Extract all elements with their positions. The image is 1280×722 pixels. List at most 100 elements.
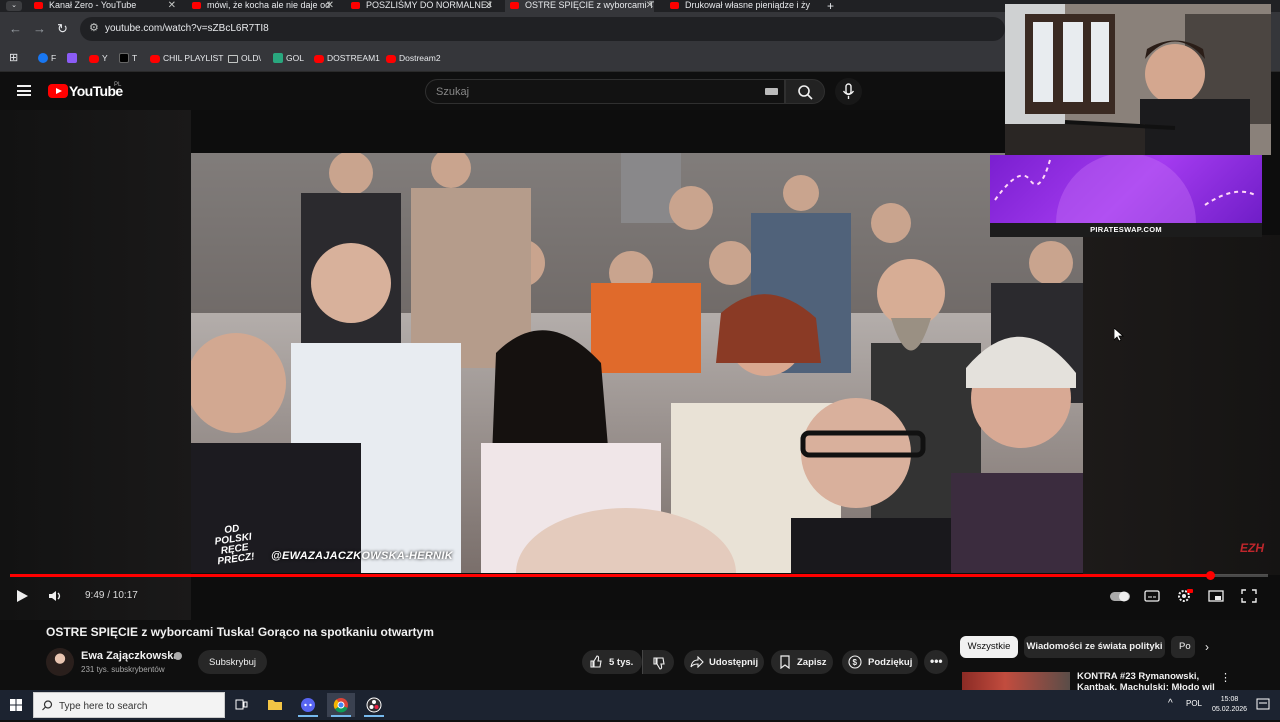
bookmark-x[interactable]: T xyxy=(119,53,137,63)
twitch-icon xyxy=(67,53,77,63)
more-vertical-icon[interactable]: ⋮ xyxy=(1220,671,1231,684)
subscribe-button[interactable]: Subskrybuj xyxy=(198,650,267,674)
taskbar-file-explorer[interactable] xyxy=(261,693,289,717)
bookmark-dostream1[interactable]: DOSTREAM1 xyxy=(314,53,380,63)
forward-arrow-icon[interactable]: → xyxy=(33,21,46,36)
youtube-header: YouTube PL xyxy=(0,72,1005,110)
taskbar-search-box[interactable]: Type here to search xyxy=(33,692,225,718)
close-tab-icon[interactable]: ✕ xyxy=(646,0,654,11)
browser-tab-active[interactable]: OSTRE SPIĘCIE z wyborcami Tu ✕ xyxy=(505,0,654,12)
search-button[interactable] xyxy=(785,79,825,104)
mute-button[interactable] xyxy=(47,588,65,604)
subtitles-icon xyxy=(1144,590,1160,602)
bookmark-facebook[interactable]: F xyxy=(38,53,56,63)
youtube-favicon-icon xyxy=(351,2,360,9)
youtube-favicon-icon xyxy=(192,2,201,9)
menu-icon[interactable] xyxy=(17,85,31,96)
youtube-icon xyxy=(386,55,396,63)
taskbar-discord[interactable] xyxy=(294,693,322,717)
youtube-favicon-icon xyxy=(510,2,519,9)
browser-tab[interactable]: Kanał Zero - YouTube ✕ xyxy=(34,0,176,12)
recommendation-thumbnail[interactable] xyxy=(962,672,1070,690)
keyboard-icon[interactable] xyxy=(765,88,778,95)
chip-all[interactable]: Wszystkie xyxy=(960,636,1018,658)
tab-search-button[interactable]: ⌄ xyxy=(6,1,22,11)
voice-search-button[interactable] xyxy=(835,78,862,105)
share-icon xyxy=(690,656,704,668)
tray-chevron-up-icon[interactable]: ^ xyxy=(1168,698,1173,709)
chevron-right-icon[interactable]: › xyxy=(1205,640,1209,654)
close-tab-icon[interactable]: ✕ xyxy=(485,0,493,11)
youtube-logo[interactable]: YouTube xyxy=(48,83,123,101)
miniplayer-button[interactable] xyxy=(1207,588,1225,604)
reload-icon[interactable]: ↻ xyxy=(57,21,68,37)
channel-name[interactable]: Ewa Zajączkowska xyxy=(81,650,179,662)
thanks-button[interactable]: $ Podziękuj xyxy=(842,650,918,674)
play-button[interactable] xyxy=(14,588,32,604)
channel-watermark[interactable]: EZH xyxy=(1240,541,1264,555)
browser-tab[interactable]: POSZLIŚMY DO NORMALNEJ P ✕ xyxy=(351,0,493,12)
country-code: PL xyxy=(114,82,122,88)
bookmark-youtube[interactable]: Y xyxy=(89,53,108,63)
bookmark-dostream2[interactable]: Dostream2 xyxy=(386,53,441,63)
sponsor-text: PIRATESWAP.COM xyxy=(1090,225,1162,234)
tab-title: OSTRE SPIĘCIE z wyborcami Tu xyxy=(525,0,654,10)
obs-icon xyxy=(366,697,382,713)
back-arrow-icon[interactable]: ← xyxy=(9,21,22,36)
taskbar-obs[interactable] xyxy=(360,693,388,717)
browser-tab[interactable]: Drukował własne pieniądze i ży xyxy=(670,0,812,12)
tab-title: mówi, że kocha ale nie daje od xyxy=(207,0,331,10)
dislike-button[interactable] xyxy=(642,650,674,674)
bookmark-gol[interactable]: GOL xyxy=(273,53,304,63)
progress-bar[interactable] xyxy=(10,571,1268,580)
subscriber-count: 231 tys. subskrybentów xyxy=(81,665,165,674)
url-text: youtube.com/watch?v=sZBcL6R7TI8 xyxy=(105,23,269,34)
chip-more[interactable]: Po xyxy=(1171,636,1195,658)
sponsor-banner: PIRATESWAP.COM xyxy=(990,155,1262,237)
bookmark-chil-playlist[interactable]: CHIL PLAYLIST xyxy=(150,53,223,63)
youtube-favicon-icon xyxy=(34,2,43,9)
more-horizontal-icon: ••• xyxy=(930,654,943,668)
close-tab-icon[interactable]: ✕ xyxy=(326,0,334,11)
autoplay-toggle-icon xyxy=(1110,591,1130,602)
notifications-icon[interactable] xyxy=(1256,698,1270,712)
share-button[interactable]: Udostępnij xyxy=(684,650,764,674)
youtube-icon xyxy=(314,55,324,63)
clock-time: 15:08 xyxy=(1220,696,1239,703)
save-button[interactable]: Zapisz xyxy=(771,650,833,674)
system-clock[interactable]: 15:08 05.02.2026 xyxy=(1212,695,1247,715)
task-view-button[interactable] xyxy=(227,693,255,717)
ambient-background xyxy=(1083,235,1280,575)
bookmark-folder-old[interactable]: OLD\ xyxy=(228,53,261,63)
windows-start-icon[interactable] xyxy=(10,699,22,711)
site-settings-icon[interactable]: ⚙ xyxy=(89,21,99,34)
input-language[interactable]: POL xyxy=(1186,699,1202,708)
more-actions-button[interactable]: ••• xyxy=(924,650,948,674)
video-frame[interactable]: OD POLSKI RĘCE PRECZ! @EWAZAJACZKOWSKA-H… xyxy=(191,153,1083,573)
youtube-icon xyxy=(150,55,160,63)
taskbar-chrome[interactable] xyxy=(327,693,355,717)
search-box xyxy=(425,79,785,104)
apps-grid-icon[interactable]: ⊞ xyxy=(9,51,18,64)
svg-text:$: $ xyxy=(853,658,858,667)
like-button[interactable]: 5 tys. xyxy=(582,650,642,674)
channel-avatar[interactable] xyxy=(46,648,74,676)
search-icon xyxy=(798,85,813,100)
browser-tab[interactable]: mówi, że kocha ale nie daje od ✕ xyxy=(192,0,334,12)
gol-icon xyxy=(273,53,283,63)
chip-politics-news[interactable]: Wiadomości ze świata polityki xyxy=(1024,636,1165,658)
x-icon xyxy=(119,53,129,63)
search-icon xyxy=(42,700,53,711)
autoplay-toggle[interactable] xyxy=(1109,588,1131,604)
thumbs-up-icon xyxy=(590,655,602,668)
fullscreen-button[interactable] xyxy=(1240,588,1258,604)
address-bar[interactable]: ⚙ youtube.com/watch?v=sZBcL6R7TI8 xyxy=(80,17,1005,41)
fullscreen-icon xyxy=(1241,589,1257,603)
close-tab-icon[interactable]: ✕ xyxy=(168,0,176,11)
settings-button[interactable] xyxy=(1175,588,1193,604)
subtitles-button[interactable] xyxy=(1143,588,1161,604)
search-input[interactable] xyxy=(426,80,756,103)
tab-title: Kanał Zero - YouTube xyxy=(49,0,137,10)
ambient-background xyxy=(0,110,191,620)
bookmark-twitch[interactable] xyxy=(67,53,80,63)
